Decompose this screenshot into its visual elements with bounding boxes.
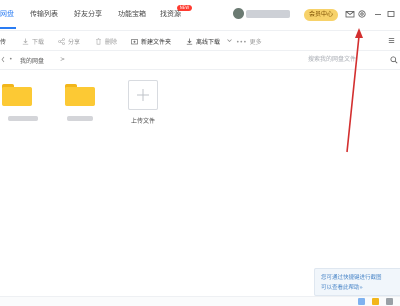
status-icon-2[interactable]: [372, 298, 379, 305]
back-chevron-icon[interactable]: [0, 56, 6, 63]
upload-file-label: 上传文件: [130, 118, 155, 125]
delete-button[interactable]: 删除: [95, 37, 117, 46]
delete-label: 删除: [105, 39, 118, 46]
list-view-toggle[interactable]: [388, 37, 398, 45]
avatar[interactable]: [233, 8, 244, 19]
username[interactable]: [246, 10, 290, 18]
chevron-down-icon: [227, 39, 232, 42]
breadcrumb-arrow: >: [60, 56, 66, 63]
trash-icon: [96, 38, 101, 45]
help-toast[interactable]: 您可通过快捷键进行截图 可以查看此帮助»: [314, 268, 400, 296]
more-dots-icon: •••: [236, 39, 247, 46]
offline-download-dropdown[interactable]: [226, 37, 236, 45]
mail-icon[interactable]: [345, 9, 355, 19]
tab-transfer-list[interactable]: 传输列表: [30, 9, 58, 19]
maximize-icon[interactable]: [386, 9, 396, 19]
active-tab-indicator: [0, 27, 16, 29]
offline-download-icon: [186, 38, 193, 45]
status-icon-1[interactable]: [358, 298, 365, 305]
share-icon: [58, 38, 65, 45]
upload-label: 传: [0, 39, 7, 46]
status-icon-3[interactable]: [386, 298, 393, 305]
folder-2[interactable]: [65, 84, 95, 106]
folder-body: [65, 87, 95, 106]
more-button[interactable]: ••• 更多: [236, 37, 262, 46]
offline-download-button[interactable]: 离线下载: [186, 37, 220, 46]
plus-icon: [137, 89, 149, 101]
tab-netdisk[interactable]: 网盘: [0, 9, 14, 19]
new-folder-button[interactable]: 新建文件夹: [131, 37, 171, 46]
new-badge: NEW: [177, 5, 192, 11]
download-label: 下载: [32, 39, 45, 46]
help-toast-line1: 您可通过快捷键进行截图: [321, 275, 382, 281]
share-button[interactable]: 分享: [58, 37, 80, 46]
share-label: 分享: [68, 39, 81, 46]
offline-download-label: 离线下载: [196, 39, 221, 46]
search-input[interactable]: [308, 53, 388, 66]
tab-friend-share[interactable]: 好友分享: [74, 9, 102, 19]
more-label: 更多: [249, 39, 262, 46]
top-nav-bar: 网盘 传输列表 好友分享 功能宝箱 找资源 NEW 会员中心: [0, 0, 400, 31]
vip-center-button[interactable]: 会员中心: [304, 9, 338, 21]
breadcrumb-my-netdisk[interactable]: 我的网盘: [20, 56, 44, 65]
settings-gear-icon[interactable]: [357, 9, 367, 19]
folder-1[interactable]: [2, 84, 32, 106]
action-toolbar: 传 下载 分享 删除 新建文件夹 离线下载 ••• 更多: [0, 31, 400, 51]
folder-1-label[interactable]: [8, 116, 38, 121]
folder-body: [2, 87, 32, 106]
help-toast-line2[interactable]: 可以查看此帮助»: [321, 283, 363, 291]
upload-button[interactable]: 传: [0, 37, 6, 46]
path-separator-dot: •: [9, 56, 13, 63]
tab-toolbox[interactable]: 功能宝箱: [118, 9, 146, 19]
list-view-icon: [388, 38, 395, 43]
new-folder-label: 新建文件夹: [141, 39, 172, 46]
search-icon[interactable]: [390, 56, 398, 64]
download-icon: [22, 38, 29, 45]
download-button[interactable]: 下载: [22, 37, 44, 46]
folder-2-label[interactable]: [67, 116, 93, 121]
upload-file-tile[interactable]: [128, 80, 158, 110]
new-folder-icon: [131, 39, 138, 45]
minimize-icon[interactable]: [373, 9, 383, 19]
